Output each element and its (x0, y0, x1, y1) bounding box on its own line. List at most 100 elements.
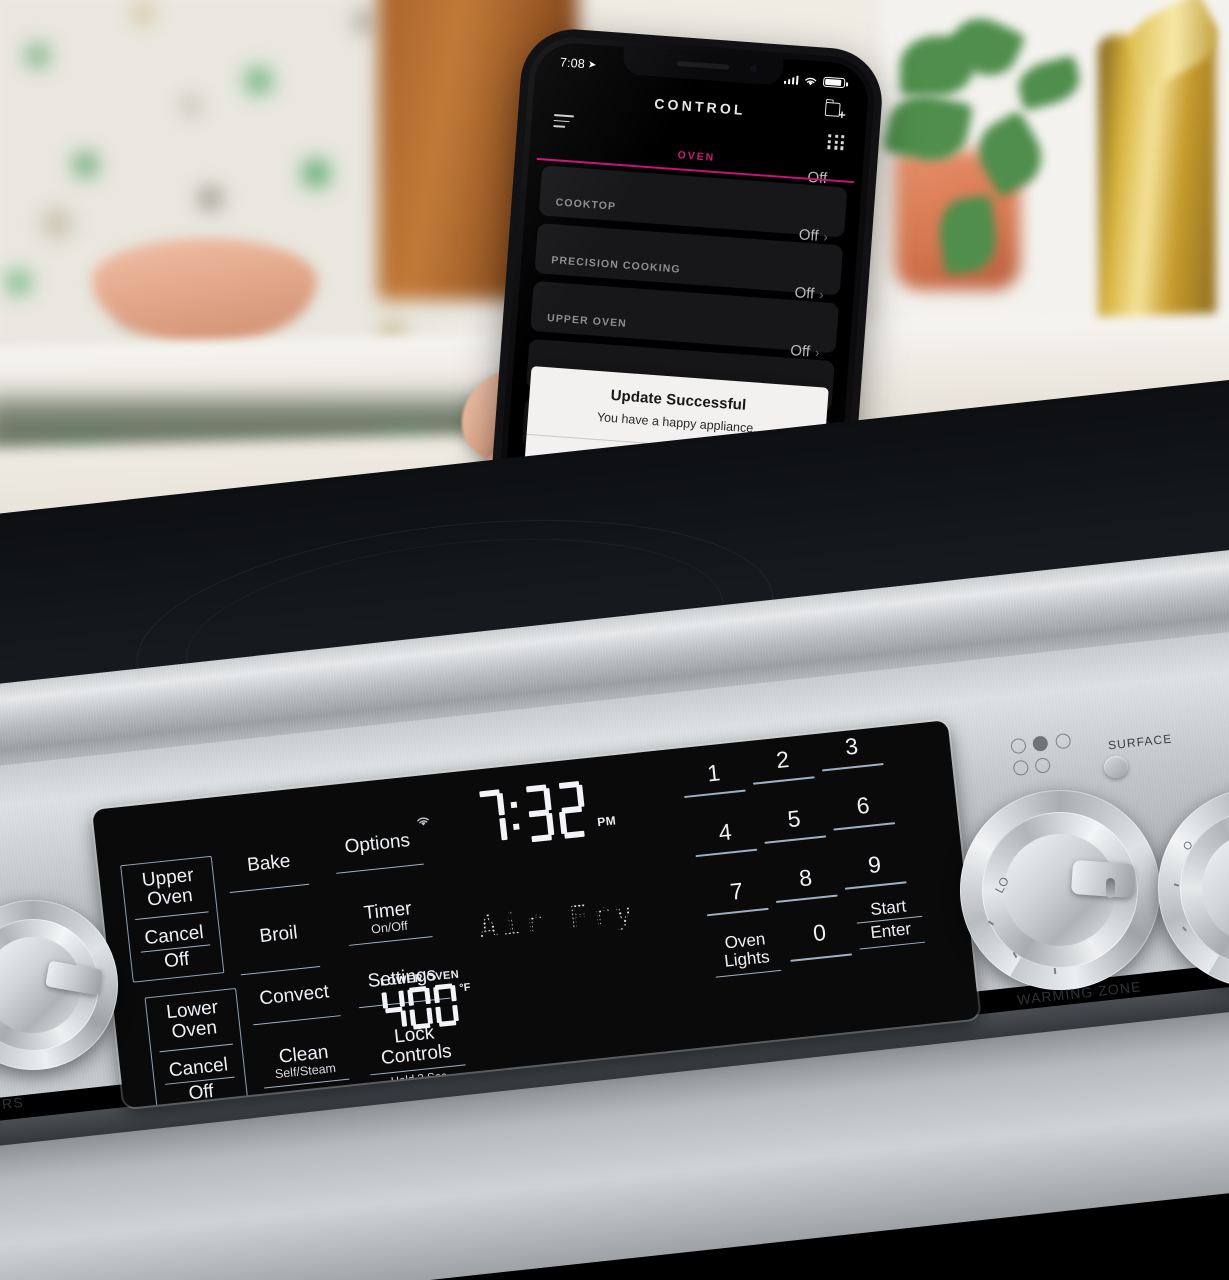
indicator-light-off (1034, 757, 1052, 774)
button-convect[interactable]: Convect (245, 981, 344, 1026)
lower-oven-display: LOWER OVEN °F (380, 968, 475, 1033)
surface-element-indicator-lights (1010, 732, 1074, 777)
keypad-key-oven-lights[interactable]: Oven Lights (709, 929, 783, 978)
keypad-key-5-label: 5 (786, 805, 802, 833)
clock-display: PM (476, 778, 617, 848)
list-item-label: PRECISION COOKING (550, 254, 682, 276)
chevron-right-icon: › (822, 229, 829, 245)
chevron-right-icon: › (814, 344, 820, 361)
indicator-light-off (1054, 732, 1072, 750)
button-underline (229, 883, 310, 894)
button-timer[interactable]: Timer On/Off (342, 897, 436, 947)
keypad-key-7[interactable]: 7 (703, 876, 770, 916)
grid-menu-icon[interactable] (827, 134, 845, 150)
key-underline (775, 894, 838, 903)
wifi-icon (805, 77, 817, 85)
keypad-key-0[interactable]: 0 (786, 917, 854, 962)
key-underline (752, 776, 815, 785)
keypad-key-2[interactable]: 2 (749, 744, 816, 785)
list-item-value-text: Off (798, 226, 820, 245)
button-broil-label: Broil (258, 922, 299, 948)
key-underline (821, 763, 884, 772)
keypad-key-start-enter[interactable]: Start Enter (852, 896, 927, 951)
screenshot-root: 7:08 ➤ CONTROL + OVEN COOKTOP Off › PREC… (0, 0, 1229, 1280)
keypad-key-3-label: 3 (843, 732, 860, 760)
button-bake-label: Bake (246, 850, 292, 877)
status-bar-time: 7:08 (559, 55, 586, 72)
front-camera (749, 65, 758, 73)
keypad-key-4-label: 4 (717, 818, 733, 846)
key-underline (715, 969, 782, 978)
key-underline (790, 953, 853, 962)
keypad-key-2-label: 2 (774, 745, 791, 774)
indicator-light-off (1012, 759, 1030, 777)
knob-slot (1106, 878, 1115, 898)
keypad-key-1-label: 1 (705, 759, 722, 787)
key-underline (683, 789, 746, 798)
clock-digit (476, 789, 508, 847)
list-item-label: UPPER OVEN (546, 312, 628, 330)
keypad-key-7-label: 7 (728, 877, 745, 905)
list-item-value: Off › (794, 284, 824, 303)
phone-notch (622, 46, 784, 86)
key-underline (695, 848, 758, 857)
knob-pointer (1070, 859, 1136, 899)
list-item-value: Off › (790, 342, 820, 361)
key-underline (833, 822, 896, 831)
list-item-value-text: Off (789, 341, 811, 361)
button-broil[interactable]: Broil (236, 921, 325, 976)
button-options[interactable]: Options (329, 829, 428, 875)
temp-digit (381, 988, 408, 1032)
keypad-key-6-label: 6 (855, 791, 871, 819)
indicator-light-on (1032, 735, 1049, 752)
button-bake[interactable]: Bake (226, 849, 313, 894)
button-upper-oven[interactable]: Upper Oven (125, 864, 214, 921)
button-underline (336, 863, 424, 875)
knob-tick (1053, 967, 1057, 975)
keypad-key-3[interactable]: 3 (818, 731, 885, 772)
button-underline (240, 965, 321, 976)
key-underline (844, 881, 907, 890)
button-underline (253, 1015, 341, 1026)
chevron-right-icon: › (818, 286, 825, 303)
keypad-key-5[interactable]: 5 (761, 803, 828, 844)
keypad-key-9-label: 9 (866, 850, 883, 879)
key-underline (764, 835, 827, 844)
wifi-connected-icon (417, 817, 429, 826)
clock-meridiem: PM (596, 813, 617, 830)
keypad-key-8[interactable]: 8 (772, 863, 839, 903)
temp-digit (433, 983, 459, 1027)
add-appliance-icon[interactable]: + (824, 98, 847, 123)
keypad-key-9[interactable]: 9 (841, 849, 908, 890)
hamburger-menu-icon[interactable] (553, 114, 575, 132)
clock-digit (556, 780, 588, 839)
button-convect-label: Convect (258, 981, 330, 1010)
button-lower-oven[interactable]: Lower Oven (149, 996, 238, 1053)
battery-icon (822, 76, 846, 89)
surface-burner-knob-1[interactable]: LO (960, 790, 1160, 990)
button-clean[interactable]: Clean Self/Steam (257, 1040, 353, 1089)
clock-colon (509, 788, 522, 844)
button-options-label: Options (343, 830, 412, 858)
button-upper-cancel-off[interactable]: Cancel Off (131, 922, 219, 976)
keypad-key-4[interactable]: 4 (692, 817, 759, 857)
keypad-key-6[interactable]: 6 (830, 790, 897, 831)
keypad-key-1[interactable]: 1 (680, 758, 747, 798)
clock-digit (523, 784, 555, 843)
knob-tick (1182, 926, 1187, 932)
key-underline (706, 907, 769, 916)
lower-oven-unit: °F (458, 981, 472, 995)
status-bar-indicators (783, 73, 846, 89)
list-item-value-text: Off (793, 284, 815, 303)
list-item-value: Off › (798, 226, 828, 245)
knob-tick (1173, 883, 1180, 887)
status-bar-time-group: 7:08 ➤ (559, 55, 597, 72)
keypad-key-0-label: 0 (811, 919, 828, 947)
mode-display: Air Fry (477, 893, 639, 947)
temp-digit (407, 986, 434, 1030)
plus-glyph: + (837, 106, 847, 123)
earpiece-speaker (676, 60, 730, 70)
indicator-light-off (1010, 737, 1027, 755)
location-arrow-icon: ➤ (587, 58, 597, 71)
keypad-key-8-label: 8 (797, 864, 814, 892)
